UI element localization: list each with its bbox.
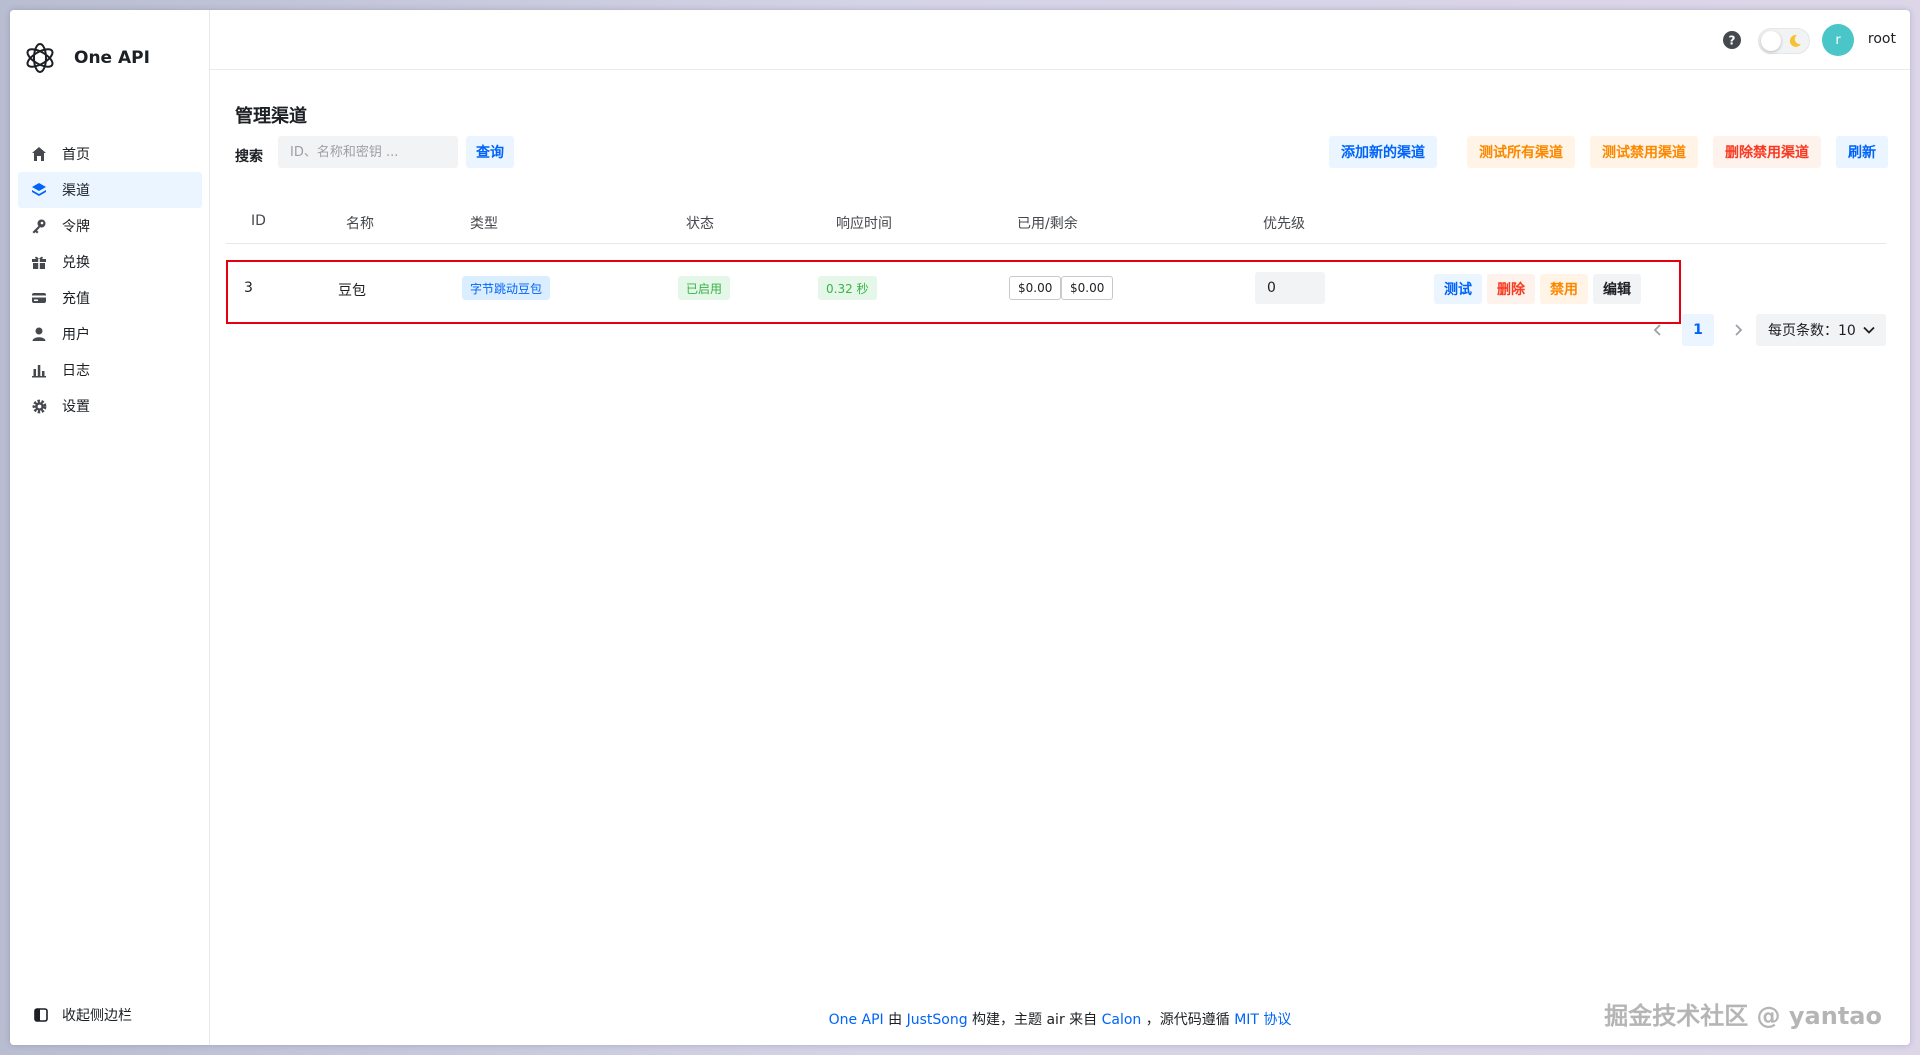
column-header-response-time[interactable]: 响应时间 <box>836 213 892 233</box>
gear-icon <box>30 397 48 415</box>
sidebar-item-logs[interactable]: 日志 <box>18 352 202 388</box>
column-header-id[interactable]: ID <box>251 213 266 229</box>
sidebar-item-settings[interactable]: 设置 <box>18 388 202 424</box>
footer-link-mit[interactable]: MIT 协议 <box>1234 1012 1291 1028</box>
test-all-button[interactable]: 测试所有渠道 <box>1467 136 1575 168</box>
column-header-name[interactable]: 名称 <box>346 213 374 233</box>
test-button[interactable]: 测试 <box>1434 274 1482 304</box>
key-icon <box>30 217 48 235</box>
cell-name: 豆包 <box>338 283 366 299</box>
query-button[interactable]: 查询 <box>466 136 514 168</box>
sidebar-item-topup[interactable]: 充值 <box>18 280 202 316</box>
help-icon[interactable]: ? <box>1722 30 1742 50</box>
response-time-tag[interactable]: 0.32 秒 <box>818 276 877 300</box>
sidebar-item-label: 用户 <box>62 327 90 343</box>
delete-disabled-button[interactable]: 删除禁用渠道 <box>1713 136 1821 168</box>
brand[interactable]: One API <box>22 40 150 76</box>
remaining-quota-tag[interactable]: $0.00 <box>1061 276 1114 300</box>
column-header-priority[interactable]: 优先级 <box>1263 213 1305 233</box>
sidebar-toggle-icon <box>34 1008 48 1022</box>
footer-link-justsong[interactable]: JustSong <box>907 1012 968 1028</box>
add-channel-button[interactable]: 添加新的渠道 <box>1329 136 1437 168</box>
column-header-type[interactable]: 类型 <box>470 213 498 233</box>
page-size-label: 每页条数：10 <box>1768 323 1856 339</box>
sidebar-item-label: 渠道 <box>62 183 90 199</box>
prev-page-button[interactable] <box>1646 318 1670 342</box>
sidebar-nav: 首页 渠道 令牌 兑换 充值 用户 日志 设置 <box>18 136 202 424</box>
table-row: 3 豆包 字节跳动豆包 已启用 0.32 秒 $0.00 $0.00 0 测试 … <box>226 260 1681 324</box>
footer-text: ，源代码遵循 <box>1141 1012 1235 1028</box>
gift-icon <box>30 253 48 271</box>
priority-input[interactable]: 0 <box>1255 272 1325 304</box>
sidebar-item-label: 设置 <box>62 399 90 415</box>
collapse-sidebar-button[interactable]: 收起侧边栏 <box>34 1005 132 1025</box>
footer-link-oneapi[interactable]: One API <box>829 1012 884 1028</box>
home-icon <box>30 145 48 163</box>
topbar: ? r root <box>210 10 1910 70</box>
collapse-sidebar-label: 收起侧边栏 <box>62 1008 132 1024</box>
toggle-knob <box>1761 31 1781 51</box>
sidebar-item-redeem[interactable]: 兑换 <box>18 244 202 280</box>
page-title: 管理渠道 <box>235 106 307 127</box>
refresh-button[interactable]: 刷新 <box>1836 136 1888 168</box>
chevron-right-icon <box>1735 324 1743 336</box>
page-size-select[interactable]: 每页条数：10 <box>1756 314 1886 346</box>
app-title: One API <box>74 48 150 68</box>
svg-text:?: ? <box>1729 34 1736 48</box>
pagination: 1 每页条数：10 <box>1646 314 1886 346</box>
next-page-button[interactable] <box>1726 318 1750 342</box>
type-tag: 字节跳动豆包 <box>462 276 551 300</box>
sidebar-item-channels[interactable]: 渠道 <box>18 172 202 208</box>
delete-button[interactable]: 删除 <box>1487 274 1535 304</box>
cell-id: 3 <box>244 280 253 296</box>
search-input[interactable] <box>278 136 458 168</box>
sidebar-item-label: 令牌 <box>62 219 90 235</box>
dark-mode-toggle[interactable] <box>1758 28 1810 54</box>
used-quota-tag: $0.00 <box>1009 276 1062 300</box>
sidebar-item-users[interactable]: 用户 <box>18 316 202 352</box>
sidebar-item-label: 兑换 <box>62 255 90 271</box>
username[interactable]: root <box>1868 31 1896 47</box>
edit-button[interactable]: 编辑 <box>1593 274 1641 304</box>
sidebar-item-home[interactable]: 首页 <box>18 136 202 172</box>
chevron-down-icon <box>1863 326 1875 334</box>
sidebar-item-label: 首页 <box>62 147 90 163</box>
disable-button[interactable]: 禁用 <box>1540 274 1588 304</box>
column-header-quota[interactable]: 已用/剩余 <box>1017 213 1078 233</box>
sidebar-item-tokens[interactable]: 令牌 <box>18 208 202 244</box>
credit-card-icon <box>30 289 48 307</box>
status-badge: 已启用 <box>678 276 731 300</box>
search-label: 搜索 <box>235 149 263 165</box>
watermark: 掘金技术社区 @ yantao <box>1604 1002 1882 1030</box>
app-window: One API 首页 渠道 令牌 兑换 充值 用户 日志 设置 收起侧边栏 ? … <box>10 10 1910 1045</box>
avatar[interactable]: r <box>1822 24 1854 56</box>
sidebar-item-label: 日志 <box>62 363 90 379</box>
moon-icon <box>1789 34 1801 47</box>
chevron-left-icon <box>1653 324 1661 336</box>
footer-text: 构建，主题 air 来自 <box>967 1012 1102 1028</box>
table-header: ID 名称 类型 状态 响应时间 已用/剩余 优先级 <box>226 200 1886 244</box>
footer-link-calon[interactable]: Calon <box>1102 1012 1142 1028</box>
sidebar-item-label: 充值 <box>62 291 90 307</box>
test-disabled-button[interactable]: 测试禁用渠道 <box>1590 136 1698 168</box>
user-icon <box>30 325 48 343</box>
sidebar: One API 首页 渠道 令牌 兑换 充值 用户 日志 设置 收起侧边栏 <box>10 10 210 1045</box>
main-content: 管理渠道 搜索 查询 添加新的渠道 测试所有渠道 测试禁用渠道 删除禁用渠道 刷… <box>210 70 1910 1045</box>
page-number-1[interactable]: 1 <box>1682 314 1714 346</box>
column-header-status[interactable]: 状态 <box>686 213 714 233</box>
footer-text: 由 <box>883 1012 907 1028</box>
openai-logo-icon <box>26 43 54 73</box>
layers-icon <box>30 181 48 199</box>
channel-table: ID 名称 类型 状态 响应时间 已用/剩余 优先级 3 豆包 字节跳动豆包 已… <box>226 200 1886 324</box>
bar-chart-icon <box>30 361 48 379</box>
